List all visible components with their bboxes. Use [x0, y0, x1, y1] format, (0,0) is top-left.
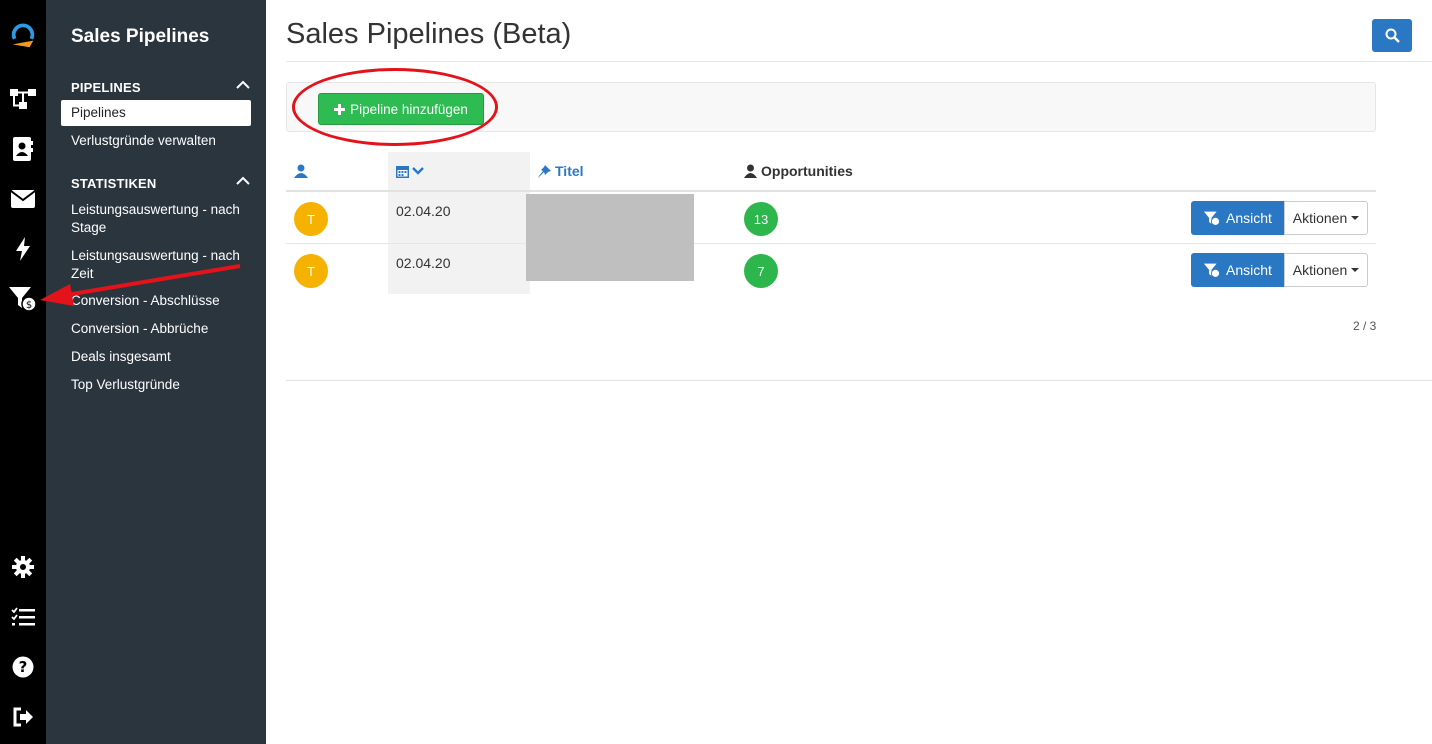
- header-opportunities: Opportunities: [744, 152, 853, 190]
- caret-down-icon: [1351, 268, 1360, 272]
- logo-icon[interactable]: [9, 22, 37, 50]
- chevron-up-icon[interactable]: [236, 80, 250, 89]
- caret-down-icon: [1351, 216, 1360, 220]
- icon-rail: $ ?: [0, 0, 46, 744]
- sidebar-item-leistung-zeit[interactable]: Leistungsauswertung - nach Zeit: [61, 247, 251, 283]
- calendar-icon: [396, 165, 409, 178]
- row-date: 02.04.20: [396, 203, 451, 219]
- tasks-icon[interactable]: [9, 603, 37, 631]
- logout-icon[interactable]: [9, 703, 37, 731]
- help-icon[interactable]: ?: [9, 653, 37, 681]
- header-date[interactable]: [396, 152, 424, 190]
- actions-dropdown[interactable]: Aktionen: [1284, 253, 1368, 287]
- actions-dropdown[interactable]: Aktionen: [1284, 201, 1368, 235]
- view-button[interactable]: Ansicht: [1191, 253, 1284, 287]
- sidebar-item-verlustgruende[interactable]: Verlustgründe verwalten: [61, 132, 251, 150]
- avatar[interactable]: T: [294, 202, 328, 236]
- view-label: Ansicht: [1226, 262, 1272, 278]
- opportunities-badge: 7: [744, 254, 778, 288]
- org-chart-icon[interactable]: [9, 85, 37, 113]
- sales-funnel-icon: [1203, 263, 1220, 278]
- header-opportunities-label: Opportunities: [761, 163, 853, 179]
- bolt-icon[interactable]: [9, 235, 37, 263]
- main-content: Sales Pipelines (Beta) Pipeline hinzufüg…: [266, 0, 1432, 744]
- header-title[interactable]: Titel: [538, 152, 584, 190]
- sidebar-item-top-verlustgruende[interactable]: Top Verlustgründe: [61, 376, 251, 394]
- section-pipelines[interactable]: PIPELINES: [71, 80, 141, 95]
- sales-funnel-icon: [1203, 211, 1220, 226]
- chevron-up-icon[interactable]: [236, 176, 250, 185]
- table-row: T 02.04.20 7 Ansicht Aktionen: [286, 244, 1376, 296]
- search-button[interactable]: [1372, 19, 1412, 52]
- sales-funnel-icon[interactable]: $: [9, 285, 37, 313]
- page-title: Sales Pipelines (Beta): [286, 18, 572, 50]
- section-statistiken[interactable]: STATISTIKEN: [71, 176, 157, 191]
- pin-icon: [538, 164, 551, 178]
- header-owner[interactable]: [294, 152, 308, 190]
- user-icon: [294, 164, 308, 178]
- sidebar-item-leistung-stage[interactable]: Leistungsauswertung - nach Stage: [61, 201, 251, 237]
- sidebar-item-conversion-abbrueche[interactable]: Conversion - Abbrüche: [61, 320, 251, 338]
- actions-label: Aktionen: [1292, 262, 1348, 278]
- search-icon: [1385, 28, 1400, 43]
- view-label: Ansicht: [1226, 210, 1272, 226]
- settings-icon[interactable]: [9, 553, 37, 581]
- actions-label: Aktionen: [1292, 210, 1348, 226]
- table-row: T 02.04.20 13 Ansicht Aktionen: [286, 192, 1376, 244]
- sidebar: Sales Pipelines PIPELINES Pipelines Verl…: [46, 0, 266, 744]
- pagination-info: 2 / 3: [1353, 319, 1377, 333]
- divider: [286, 61, 1432, 62]
- sidebar-title: Sales Pipelines: [71, 26, 210, 47]
- row-date: 02.04.20: [396, 255, 451, 271]
- header-title-label: Titel: [555, 163, 584, 179]
- mail-icon[interactable]: [9, 185, 37, 213]
- view-button[interactable]: Ansicht: [1191, 201, 1284, 235]
- sidebar-item-deals-insgesamt[interactable]: Deals insgesamt: [61, 348, 251, 366]
- redacted-title-area: [526, 194, 694, 281]
- svg-text:$: $: [26, 300, 32, 311]
- avatar[interactable]: T: [294, 254, 328, 288]
- opportunities-badge: 13: [744, 202, 778, 236]
- sidebar-item-conversion-abschluesse[interactable]: Conversion - Abschlüsse: [61, 292, 251, 310]
- annotation-ellipse: [292, 68, 498, 146]
- chevron-down-icon: [412, 167, 424, 175]
- user-icon: [744, 164, 757, 178]
- svg-text:?: ?: [19, 658, 28, 676]
- sidebar-item-pipelines[interactable]: Pipelines: [61, 100, 251, 126]
- divider: [286, 380, 1432, 381]
- contacts-icon[interactable]: [9, 135, 37, 163]
